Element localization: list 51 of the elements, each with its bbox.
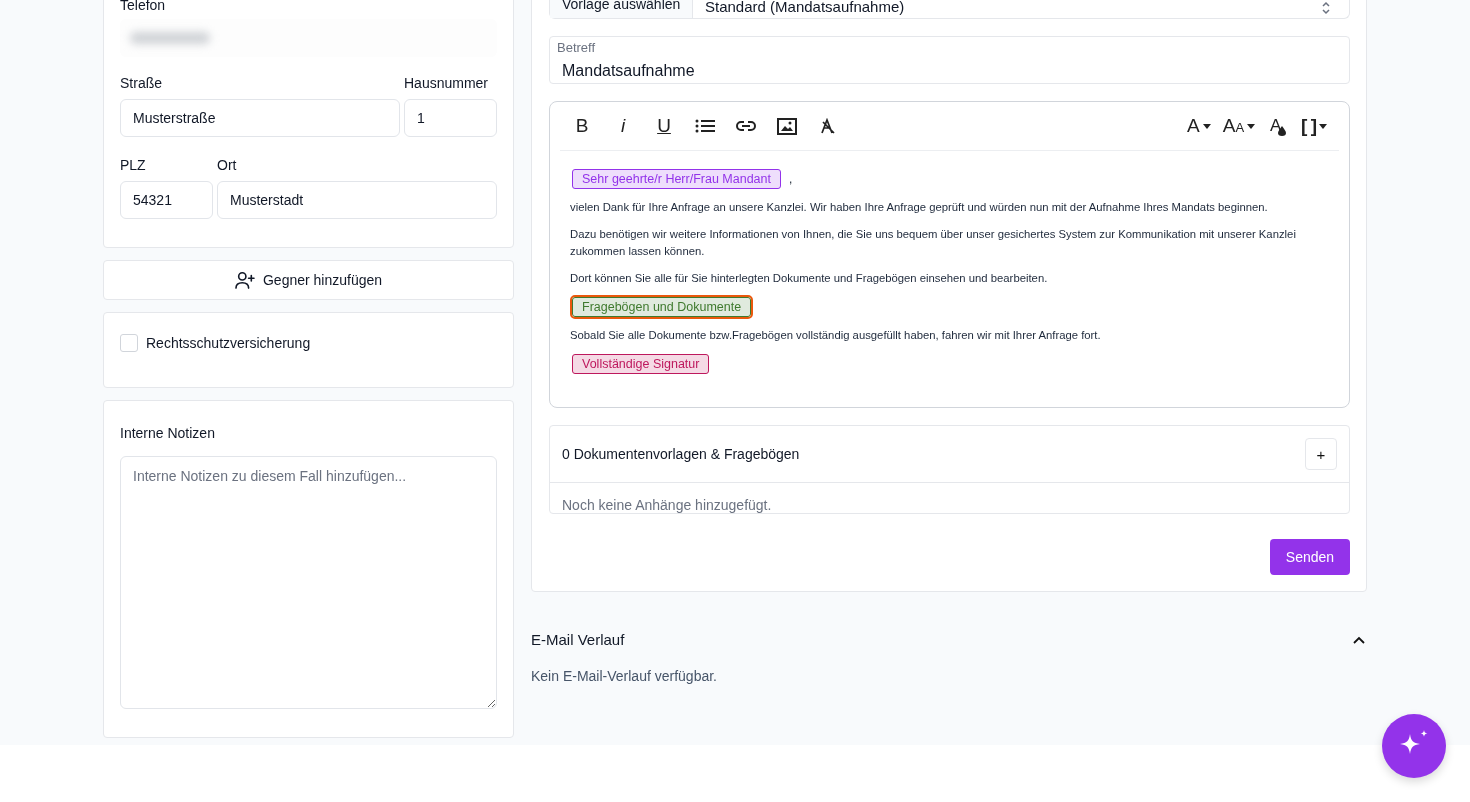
- send-button[interactable]: Senden: [1270, 539, 1350, 575]
- insurance-checkbox[interactable]: [120, 334, 138, 352]
- paragraph: Dort können Sie alle für Sie hinterlegten Dokumente und Fragebögen einsehen und bearbeiten.: [570, 271, 1049, 286]
- italic-button[interactable]: i: [612, 114, 634, 138]
- zip-field[interactable]: 54321: [120, 181, 213, 219]
- subject-label: Betreff: [557, 40, 597, 55]
- image-icon: [777, 117, 797, 135]
- ai-assistant-button[interactable]: [1382, 714, 1446, 778]
- clear-format-icon: [820, 118, 836, 134]
- text-editor[interactable]: [549, 101, 1350, 408]
- paragraph: Sobald Sie alle Dokumente bzw.Fragebögen vollständig ausgefüllt haben, fahren wir mit Ihrer Anfrage fort.: [570, 328, 1102, 343]
- house-number-field[interactable]: 1: [404, 99, 497, 137]
- link-icon: [735, 120, 757, 132]
- street-label: Straße: [120, 75, 163, 91]
- placeholder-tag[interactable]: Vollständige Signatur: [572, 354, 710, 374]
- caret-icon: [1247, 123, 1256, 129]
- zip-label: PLZ: [120, 157, 147, 173]
- house-number-label: Hausnummer: [404, 75, 490, 91]
- placeholder-tag[interactable]: Fragebögen und Dokumente: [572, 297, 752, 317]
- placeholder-tag[interactable]: Sehr geehrte/r Herr/Frau Mandant: [572, 169, 781, 189]
- subject-value: Mandatsaufnahme: [561, 62, 696, 80]
- notes-field[interactable]: Interne Notizen zu diesem Fall hinzufügen...: [120, 456, 497, 709]
- comma: ,: [789, 172, 793, 186]
- bold-button[interactable]: B: [571, 114, 593, 138]
- phone-label: Telefon: [120, 0, 167, 13]
- email-history-empty-text: Kein E-Mail-Verlauf verfügbar.: [531, 668, 718, 684]
- city-field[interactable]: Musterstadt: [217, 181, 497, 219]
- subject-field[interactable]: Betreff Mandatsaufnahme: [549, 36, 1350, 84]
- notes-label: Interne Notizen: [120, 425, 216, 441]
- add-opponent-button[interactable]: Gegner hinzufügen: [103, 260, 514, 300]
- chevron-updown-icon: [1321, 1, 1331, 15]
- font-size-button[interactable]: AA: [1222, 114, 1256, 138]
- attachments-empty-text: Noch keine Anhänge hinzugefügt.: [561, 496, 773, 513]
- paragraph: vielen Dank für Ihre Anfrage an unsere Kanzlei. Wir haben Ihre Anfrage geprüft und würden nun mit der Aufnahme Ihres Mandats beginnen.: [570, 200, 1269, 215]
- template-value: Standard (Mandatsaufnahme): [704, 0, 906, 17]
- font-button[interactable]: A: [1187, 114, 1211, 138]
- paragraph: Dazu benötigen wir weitere Informationen von Ihnen, die Sie uns bequem über unser gesichertes System zur Kommunikation mit unserer Kanzlei zukommen lassen können.: [570, 227, 1297, 259]
- text-color-button[interactable]: A: [1267, 114, 1290, 138]
- caret-icon: [1202, 123, 1211, 129]
- caret-icon: [1319, 123, 1327, 129]
- city-label: Ort: [217, 157, 238, 173]
- street-field[interactable]: Musterstraße: [120, 99, 400, 137]
- email-history-title: E-Mail Verlauf: [531, 631, 625, 648]
- attachments-title: 0 Dokumentenvorlagen & Fragebögen: [562, 446, 800, 462]
- user-plus-icon: [234, 271, 255, 289]
- add-attachment-button[interactable]: +: [1305, 438, 1337, 470]
- list-icon: [695, 118, 715, 134]
- placeholder-button[interactable]: [ ]: [1301, 114, 1327, 138]
- underline-button[interactable]: U: [653, 114, 675, 138]
- chevron-icon: [1353, 635, 1365, 644]
- insurance-label: Rechtsschutzversicherung: [146, 335, 311, 351]
